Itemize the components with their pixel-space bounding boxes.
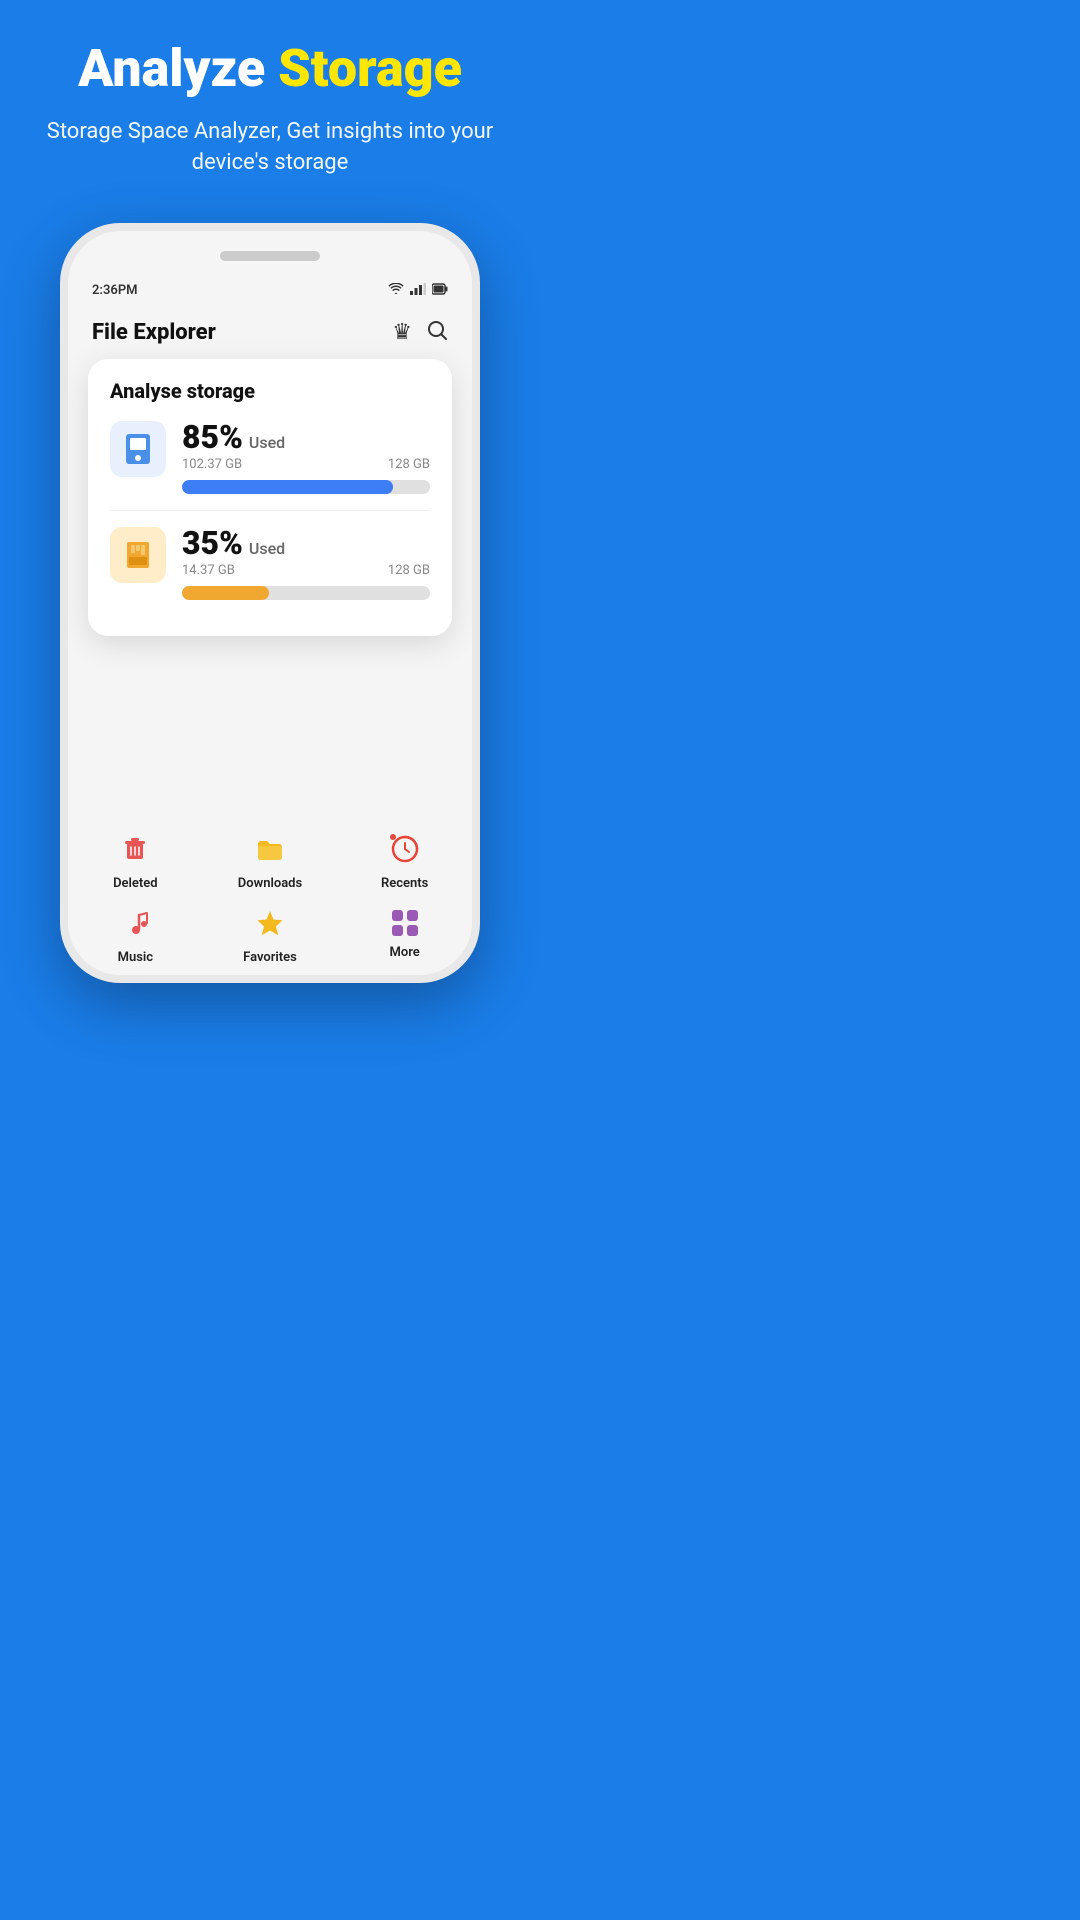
- trash-icon: [119, 833, 151, 870]
- nav-grid: Deleted Downloads: [68, 833, 472, 965]
- nav-item-recents[interactable]: Recents: [337, 833, 472, 891]
- sdcard-total-gb: 128 GB: [388, 563, 430, 578]
- music-icon: [119, 907, 151, 944]
- storage-card-title: Analyse storage: [110, 379, 430, 403]
- clock-icon: [389, 833, 421, 870]
- nav-label-favorites: Favorites: [243, 950, 297, 965]
- app-header: File Explorer ♛: [68, 307, 472, 359]
- internal-used-label: Used: [249, 433, 285, 452]
- sdcard-percent: 35%: [182, 527, 243, 559]
- nav-label-deleted: Deleted: [113, 876, 158, 891]
- status-time: 2:36PM: [92, 283, 138, 298]
- battery-icon: [432, 283, 448, 299]
- nav-label-music: Music: [118, 950, 153, 965]
- internal-storage-icon: [110, 421, 166, 477]
- search-icon[interactable]: [426, 319, 448, 347]
- wifi-icon: [388, 283, 404, 299]
- status-icons: [388, 283, 448, 299]
- bottom-nav: Deleted Downloads: [68, 819, 472, 975]
- hero-section: Analyze Storage Storage Space Analyzer, …: [0, 0, 540, 199]
- nav-item-more[interactable]: More: [337, 907, 472, 965]
- nav-item-favorites[interactable]: Favorites: [203, 907, 338, 965]
- sdcard-used-label: Used: [249, 539, 285, 558]
- internal-percent: 85%: [182, 421, 243, 453]
- app-title: File Explorer: [92, 320, 216, 345]
- internal-progress-bg: [182, 480, 430, 494]
- phone-speaker: [220, 251, 320, 261]
- nav-item-downloads[interactable]: Downloads: [203, 833, 338, 891]
- hero-title-part2: Storage: [278, 38, 462, 99]
- internal-progress-fill: [182, 480, 393, 494]
- internal-total-gb: 128 GB: [388, 457, 430, 472]
- header-icons: ♛: [392, 319, 448, 347]
- nav-label-downloads: Downloads: [238, 876, 302, 891]
- internal-storage-info: 85% Used 102.37 GB 128 GB: [182, 421, 430, 494]
- nav-label-recents: Recents: [381, 876, 428, 891]
- hero-title-part1: Analyze: [78, 38, 265, 99]
- crown-icon[interactable]: ♛: [392, 320, 412, 345]
- sdcard-storage-item: 35% Used 14.37 GB 128 GB: [110, 510, 430, 600]
- signal-icon: [410, 283, 426, 299]
- internal-used-gb: 102.37 GB: [182, 457, 242, 472]
- sdcard-used-gb: 14.37 GB: [182, 563, 235, 578]
- nav-item-music[interactable]: Music: [68, 907, 203, 965]
- hero-title: Analyze Storage: [40, 40, 500, 97]
- sdcard-progress-fill: [182, 586, 269, 600]
- storage-card: Analyse storage 85% Used 102: [88, 359, 452, 636]
- sdcard-storage-info: 35% Used 14.37 GB 128 GB: [182, 527, 430, 600]
- status-bar: 2:36PM: [68, 275, 472, 307]
- nav-label-more: More: [390, 945, 420, 960]
- internal-storage-item: 85% Used 102.37 GB 128 GB: [110, 421, 430, 494]
- star-icon: [254, 907, 286, 944]
- hero-subtitle: Storage Space Analyzer, Get insights int…: [40, 117, 500, 179]
- phone-mockup: 2:36PM: [60, 223, 480, 983]
- sdcard-progress-bg: [182, 586, 430, 600]
- more-grid-icon: [389, 907, 421, 939]
- phone-inner: 2:36PM: [68, 231, 472, 975]
- nav-item-deleted[interactable]: Deleted: [68, 833, 203, 891]
- sdcard-storage-icon: [110, 527, 166, 583]
- folder-icon: [254, 833, 286, 870]
